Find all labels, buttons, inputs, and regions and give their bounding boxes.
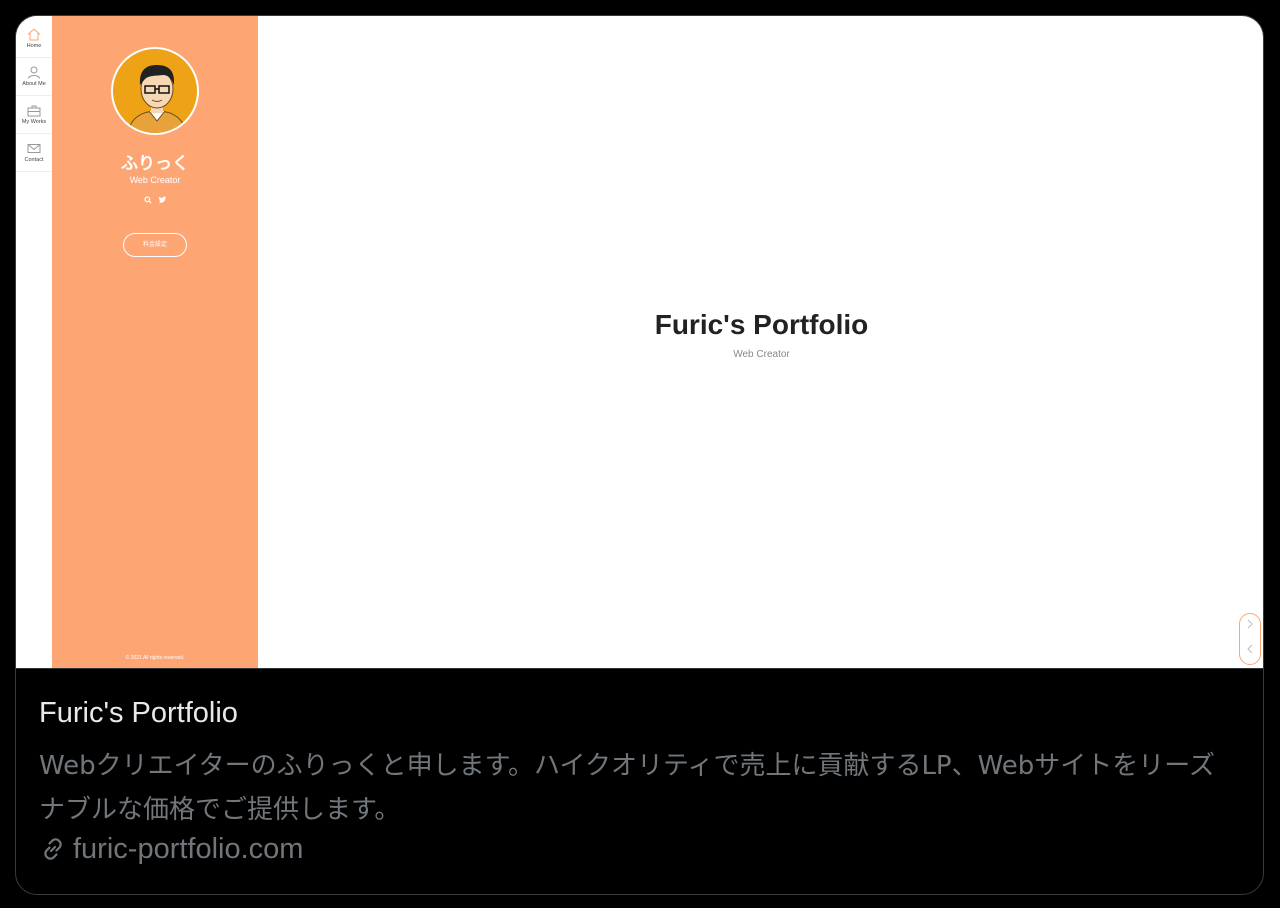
card-title: Furic's Portfolio	[39, 697, 238, 729]
social-links	[52, 196, 258, 204]
card-url-text[interactable]: furic-portfolio.com	[73, 833, 303, 865]
rail-label: My Works	[21, 119, 47, 125]
search-icon[interactable]	[143, 196, 152, 204]
rail-item-home[interactable]: Home	[16, 22, 52, 58]
chevron-right-icon[interactable]	[1240, 614, 1260, 639]
profile-role: Web Creator	[129, 175, 181, 185]
rail-label: About Me	[22, 81, 46, 87]
user-icon	[28, 66, 40, 79]
mail-icon	[27, 144, 41, 153]
twitter-icon[interactable]	[158, 196, 167, 204]
avatar	[111, 47, 199, 135]
link-preview-card[interactable]: Home About Me My Works Contact ふりっく Web …	[15, 15, 1264, 895]
card-description: Webクリエイターのふりっくと申します。ハイクオリティで売上に貢献するLP、We…	[39, 751, 1215, 825]
briefcase-icon	[27, 105, 41, 117]
slide-pager	[1239, 613, 1261, 665]
hero-title: Furic's Portfolio	[654, 309, 869, 340]
pricing-button[interactable]: 料金設定	[123, 233, 187, 257]
rail-label: Home	[26, 43, 42, 49]
profile-name: ふりっく	[121, 154, 189, 174]
preview-image[interactable]: Home About Me My Works Contact ふりっく Web …	[16, 16, 1263, 669]
rail-label: Contact	[24, 157, 44, 163]
home-icon	[27, 28, 41, 41]
hero-subtitle: Web Creator	[733, 349, 790, 360]
link-icon	[44, 838, 62, 860]
profile-sidebar: ふりっく Web Creator 料金設定 © 2021 All rights …	[52, 16, 258, 668]
icon-rail: Home About Me My Works Contact	[16, 16, 52, 668]
card-url[interactable]: furic-portfolio.com	[39, 833, 303, 866]
rail-item-contact[interactable]: Contact	[16, 136, 52, 172]
copyright-text: © 2021 All rights reserved.	[125, 655, 185, 661]
rail-item-about[interactable]: About Me	[16, 60, 52, 96]
chevron-left-icon[interactable]	[1240, 639, 1260, 664]
rail-item-works[interactable]: My Works	[16, 98, 52, 134]
